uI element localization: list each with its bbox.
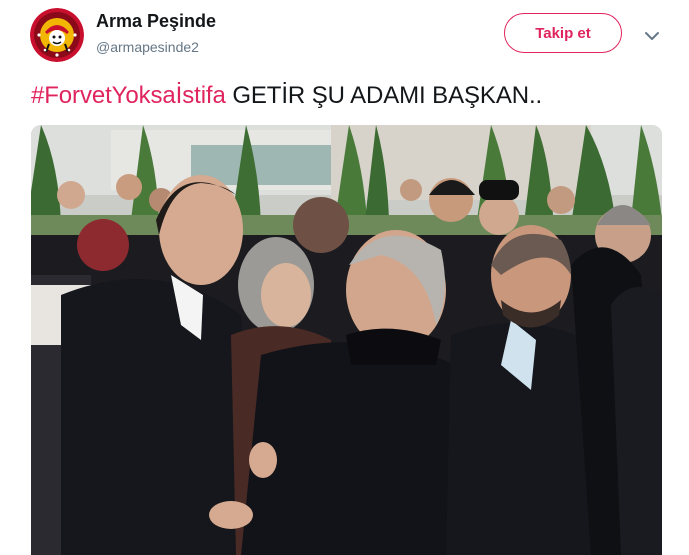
tweet-card: Arma Peşinde @armapesinde2 Takip et #For… <box>0 0 689 555</box>
user-handle[interactable]: @armapesinde2 <box>96 39 199 55</box>
tweet-photo[interactable] <box>31 125 662 555</box>
tweet-text: #ForvetYoksaİstifa GETİR ŞU ADAMI BAŞKAN… <box>31 82 542 110</box>
chevron-down-icon[interactable] <box>640 24 664 48</box>
tweet-body-text: GETİR ŞU ADAMI BAŞKAN.. <box>225 82 543 109</box>
follow-button[interactable]: Takip et <box>504 13 622 53</box>
hashtag-link[interactable]: #ForvetYoksaİstifa <box>31 82 226 109</box>
display-name[interactable]: Arma Peşinde <box>96 11 216 32</box>
profile-avatar[interactable] <box>30 8 84 62</box>
